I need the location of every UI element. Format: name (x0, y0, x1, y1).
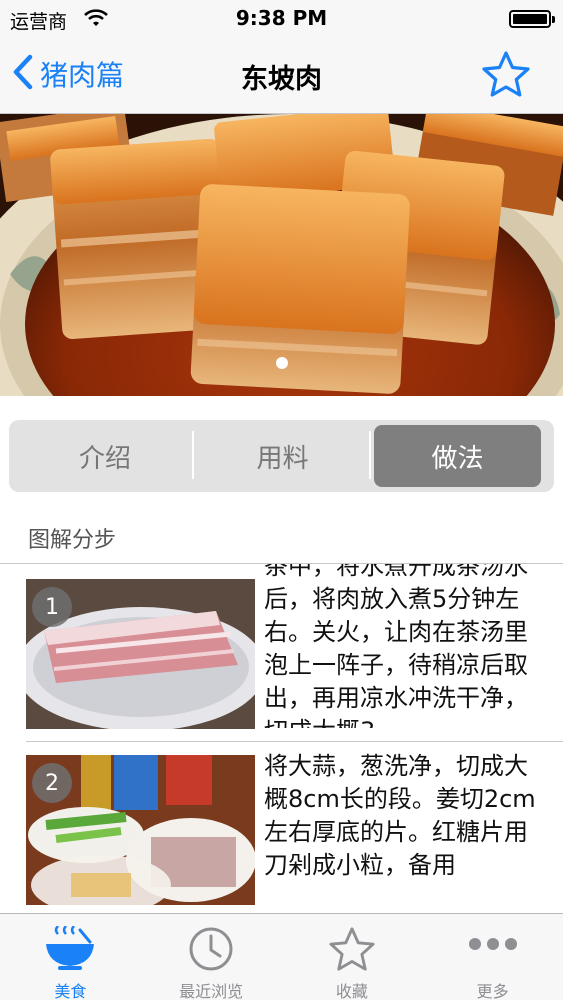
tab-food[interactable]: 美食 (0, 914, 141, 1000)
status-time: 9:38 PM (235, 6, 328, 30)
segment-method[interactable]: 做法 (374, 425, 541, 487)
dish-photo-carousel[interactable] (0, 114, 563, 396)
step-number-badge: 1 (32, 587, 72, 627)
segment-divider (369, 431, 371, 479)
tab-food-label: 美食 (54, 982, 87, 1000)
star-icon (328, 926, 376, 976)
tab-favorites-label: 收藏 (335, 982, 368, 1000)
segment-intro[interactable]: 介绍 (17, 425, 193, 487)
list-item[interactable]: 2 将大蒜，葱洗净，切成大概8cm长的段。姜切2cm左右厚底的片。红糖片用刀剁成… (0, 742, 563, 905)
segment-ingredients[interactable]: 用料 (195, 425, 370, 487)
tab-more[interactable]: 更多 (422, 914, 563, 1000)
tab-bar: 美食 最近浏览 收藏 更多 (0, 913, 563, 1000)
step-2-photo: 2 (26, 755, 255, 905)
step-1-text: 茶中，将水煮开成茶汤水后，将肉放入煮5分钟左右。关火，让肉在茶汤里泡上一阵子，待… (264, 563, 528, 728)
page-indicator-dot (276, 357, 288, 369)
food-bowl-icon (44, 925, 96, 976)
step-1-photo: 1 (26, 579, 255, 729)
battery-icon (509, 10, 555, 28)
tab-favorites[interactable]: 收藏 (282, 914, 423, 1000)
step-number-badge: 2 (32, 763, 72, 803)
section-header: 图解分步 (28, 528, 117, 553)
list-item[interactable]: 1 茶中，将水煮开成茶汤水后，将肉放入煮5分钟左右。关火，让肉在茶汤里泡上一阵子… (0, 564, 563, 729)
clock-icon (188, 926, 234, 976)
favorite-button[interactable] (481, 50, 531, 102)
tab-more-label: 更多 (476, 982, 509, 1000)
segment-divider (192, 431, 194, 479)
more-dots-icon (468, 936, 518, 955)
star-icon (481, 51, 531, 102)
page-title: 东坡肉 (241, 64, 322, 95)
steps-list[interactable]: 1 茶中，将水煮开成茶汤水后，将肉放入煮5分钟左右。关火，让肉在茶汤里泡上一阵子… (0, 563, 563, 913)
step-2-text: 将大蒜，葱洗净，切成大概8cm长的段。姜切2cm左右厚底的片。红糖片用刀剁成小粒… (264, 752, 536, 879)
navigation-bar: 猪肉篇 东坡肉 (0, 38, 563, 114)
dongpo-pork-photo (0, 114, 563, 396)
segmented-control: 介绍 用料 做法 (9, 420, 554, 492)
tab-recent[interactable]: 最近浏览 (141, 914, 282, 1000)
tab-recent-label: 最近浏览 (179, 982, 244, 1000)
status-bar: 运营商 9:38 PM (0, 0, 563, 38)
